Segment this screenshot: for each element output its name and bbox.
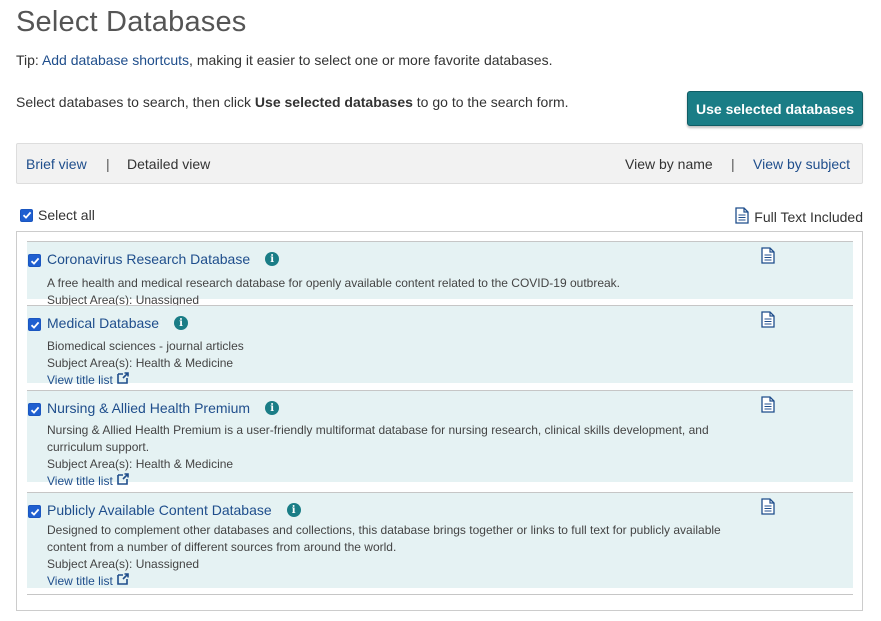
full-text-doc-icon bbox=[761, 396, 775, 418]
view-title-list-label[interactable]: View title list bbox=[47, 574, 113, 588]
database-list: Coronavirus Research Database i A free h… bbox=[16, 231, 863, 611]
database-checkbox[interactable] bbox=[28, 505, 41, 518]
database-title-link[interactable]: Medical Database bbox=[47, 315, 159, 331]
info-icon[interactable]: i bbox=[174, 316, 189, 330]
view-separator: | bbox=[106, 156, 110, 172]
full-text-legend: Full Text Included bbox=[735, 207, 863, 227]
info-icon[interactable]: i bbox=[265, 401, 280, 415]
external-link-icon bbox=[117, 372, 129, 387]
view-title-list-link[interactable]: View title list bbox=[47, 372, 129, 387]
page-title: Select Databases bbox=[16, 6, 247, 38]
full-text-legend-label: Full Text Included bbox=[754, 209, 863, 225]
select-all[interactable]: Select all bbox=[20, 207, 95, 223]
use-selected-databases-button[interactable]: Use selected databases bbox=[687, 91, 863, 126]
external-link-icon bbox=[117, 473, 129, 488]
database-checkbox[interactable] bbox=[28, 318, 41, 331]
info-icon[interactable]: i bbox=[286, 503, 301, 517]
subject-area: Subject Area(s): Health & Medicine bbox=[47, 457, 234, 471]
database-item: Publicly Available Content Database i De… bbox=[27, 492, 853, 588]
database-title-link[interactable]: Publicly Available Content Database bbox=[47, 502, 272, 518]
database-description: A free health and medical research datab… bbox=[47, 276, 621, 290]
view-title-list-link[interactable]: View title list bbox=[47, 573, 129, 588]
select-all-label: Select all bbox=[38, 207, 95, 223]
view-toolbar: Brief view | Detailed view View by name … bbox=[16, 143, 863, 184]
view-title-list-label[interactable]: View title list bbox=[47, 474, 113, 488]
subject-area: Subject Area(s): Health & Medicine bbox=[47, 356, 234, 370]
view-separator: | bbox=[731, 156, 735, 172]
detailed-view-label: Detailed view bbox=[127, 156, 211, 172]
tip-suffix: , making it easier to select one or more… bbox=[189, 52, 553, 68]
external-link-icon bbox=[117, 573, 129, 588]
brief-view-link[interactable]: Brief view bbox=[26, 156, 87, 172]
instructions: Select databases to search, then click U… bbox=[16, 94, 569, 110]
instr-prefix: Select databases to search, then click bbox=[16, 94, 255, 110]
tip-prefix: Tip: bbox=[16, 52, 42, 68]
select-all-checkbox[interactable] bbox=[20, 208, 33, 222]
database-title-link[interactable]: Coronavirus Research Database bbox=[47, 251, 250, 267]
database-description: Nursing & Allied Health Premium is a use… bbox=[47, 423, 709, 454]
full-text-doc-icon bbox=[761, 247, 775, 269]
instr-suffix: to go to the search form. bbox=[412, 94, 569, 110]
database-checkbox[interactable] bbox=[28, 403, 41, 416]
footer-strip bbox=[0, 617, 881, 621]
full-text-doc-icon bbox=[761, 498, 775, 520]
database-title-link[interactable]: Nursing & Allied Health Premium bbox=[47, 400, 250, 416]
database-checkbox[interactable] bbox=[28, 254, 41, 267]
full-text-doc-icon bbox=[735, 207, 749, 227]
database-description: Biomedical sciences - journal articles bbox=[47, 339, 244, 353]
list-divider bbox=[27, 594, 853, 595]
view-by-subject-link[interactable]: View by subject bbox=[753, 156, 850, 172]
subject-area: Subject Area(s): Unassigned bbox=[47, 557, 200, 571]
view-by-name-label: View by name bbox=[625, 156, 713, 172]
instr-bold: Use selected databases bbox=[254, 94, 413, 110]
info-icon[interactable]: i bbox=[265, 252, 280, 266]
tip-text: Tip: Add database shortcuts, making it e… bbox=[16, 52, 552, 68]
database-item: Medical Database i Biomedical sciences -… bbox=[27, 305, 853, 387]
add-shortcuts-link[interactable]: Add database shortcuts bbox=[42, 52, 189, 68]
database-item: Nursing & Allied Health Premium i Nursin… bbox=[27, 390, 853, 488]
view-title-list-label[interactable]: View title list bbox=[47, 373, 113, 387]
view-title-list-link[interactable]: View title list bbox=[47, 473, 129, 488]
database-description: Designed to complement other databases a… bbox=[47, 523, 721, 554]
full-text-doc-icon bbox=[761, 311, 775, 333]
database-item: Coronavirus Research Database i A free h… bbox=[27, 241, 853, 307]
